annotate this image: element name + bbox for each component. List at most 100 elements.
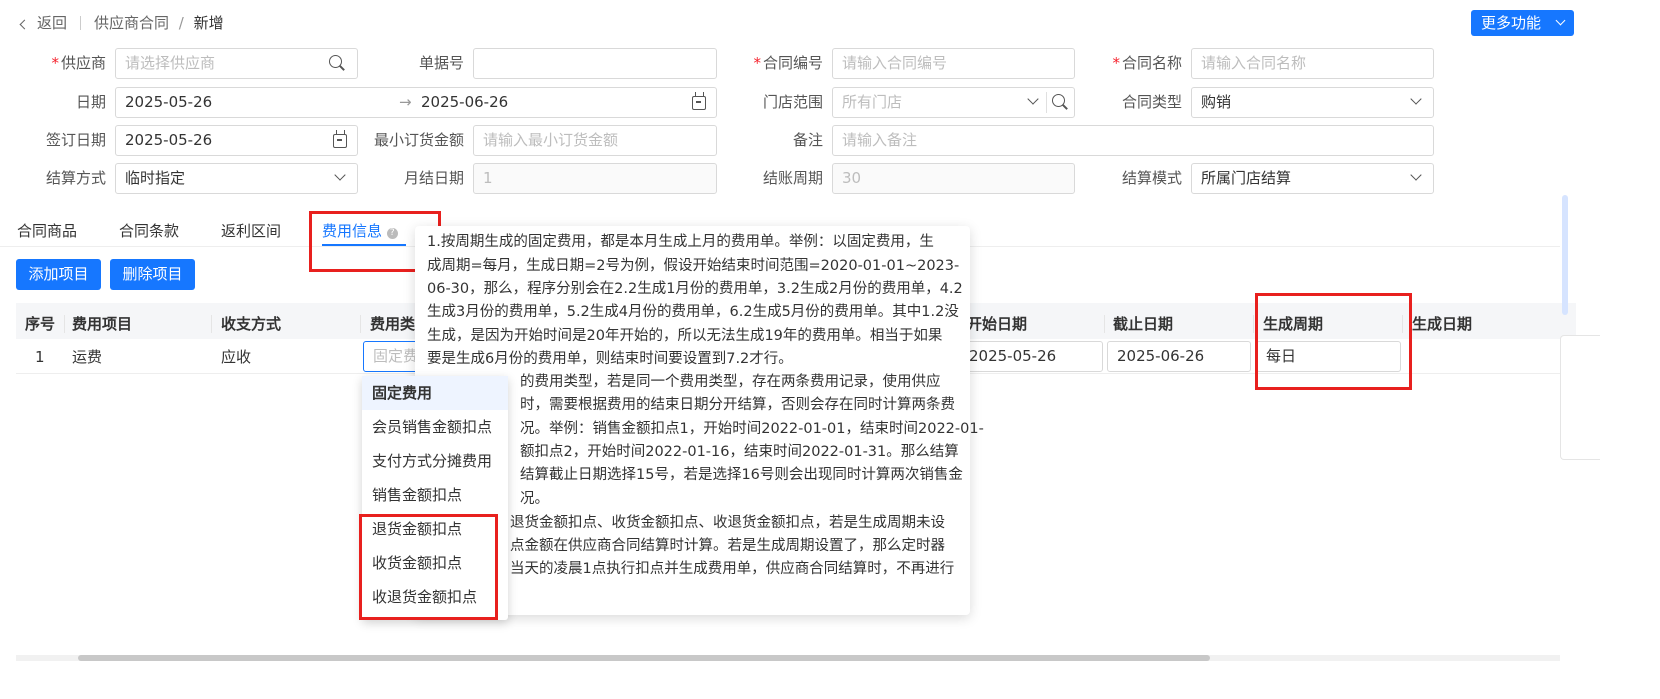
min-order-label: 最小订货金额 <box>373 131 464 149</box>
docno-label: 单据号 <box>418 54 464 72</box>
more-functions-label: 更多功能 <box>1481 14 1542 32</box>
contract-no-label: 合同编号 <box>740 48 823 78</box>
contract-type-label: 合同类型 <box>1121 93 1182 111</box>
settle-method-label: 结算方式 <box>45 169 106 187</box>
end-date-value: 2025-06-26 <box>1117 347 1205 365</box>
docno-input[interactable] <box>473 48 717 79</box>
tooltip-line: 结算截止日期选择15号，若是选择16号则会出现同时计算两次销售金 <box>520 467 963 483</box>
tooltip-line: 成周期=每月，生成日期=2号为例，假设开始结束时间范围=2020-01-01~2… <box>427 258 960 274</box>
tooltip-line: 况。 <box>520 491 549 507</box>
tooltip-line: 时，需要根据费用的结束日期分开结算，否则会存在同时计算两条费 <box>520 397 955 413</box>
chevron-down-icon <box>1409 169 1423 183</box>
breadcrumb-separator: / <box>178 14 184 32</box>
header-divider <box>80 16 81 30</box>
chevron-down-icon <box>1026 93 1040 107</box>
col-separator <box>211 315 212 333</box>
store-range-select[interactable]: 所有门店 <box>832 87 1075 118</box>
tab-contract-goods[interactable]: 合同商品 <box>17 219 77 243</box>
date-range-input[interactable]: 2025-05-26 → 2025-06-26 <box>115 87 717 118</box>
back-label: 返回 <box>37 14 68 32</box>
contract-name-input[interactable]: 请输入合同名称 <box>1191 48 1434 79</box>
settle-mode-value: 所属门店结算 <box>1201 169 1292 187</box>
supplier-input[interactable]: 请选择供应商 <box>115 48 358 79</box>
min-order-placeholder: 请输入最小订货金额 <box>483 131 619 149</box>
tab-contract-terms[interactable]: 合同条款 <box>119 219 179 243</box>
col-generate-date: 生成日期 <box>1412 315 1473 333</box>
end-date-input[interactable]: 2025-06-26 <box>1107 341 1251 372</box>
min-order-input[interactable]: 请输入最小订货金额 <box>473 125 717 156</box>
monthly-date-value: 1 <box>483 169 493 187</box>
col-separator <box>1104 315 1105 333</box>
start-date-value: 2025-05-26 <box>969 347 1057 365</box>
sign-date-input[interactable]: 2025-05-26 <box>115 125 358 156</box>
calendar-icon[interactable] <box>333 130 347 148</box>
supplier-label: 供应商 <box>30 48 106 78</box>
supplier-placeholder: 请选择供应商 <box>125 54 216 72</box>
delete-item-button[interactable]: 删除项目 <box>110 259 195 290</box>
settle-method-value: 临时指定 <box>125 169 186 187</box>
col-end-date: 截止日期 <box>1113 315 1174 333</box>
tab-rebate-range[interactable]: 返利区间 <box>221 219 281 243</box>
dropdown-group-header: 固定费用 <box>372 384 433 402</box>
date-start[interactable]: 2025-05-26 <box>125 93 212 111</box>
highlight-deduction-options <box>359 514 498 620</box>
contract-type-select[interactable]: 购销 <box>1191 87 1434 118</box>
tooltip-line: 的费用类型，若是同一个费用类型，存在两条费用记录，使用供应 <box>520 374 941 390</box>
remark-input[interactable]: 请输入备注 <box>832 125 1434 156</box>
col-start-date: 开始日期 <box>967 315 1028 333</box>
monthly-date-input[interactable]: 1 <box>473 163 717 194</box>
remark-label: 备注 <box>792 131 823 149</box>
breadcrumb-parent[interactable]: 供应商合同 <box>94 14 169 32</box>
col-payment-mode: 收支方式 <box>221 315 282 333</box>
side-scroll-thumb[interactable] <box>1562 195 1568 315</box>
date-end[interactable]: 2025-06-26 <box>421 88 508 117</box>
tooltip-line: 当天的凌晨1点执行扣点并生成费用单，供应商合同结算时，不再进行 <box>510 561 955 577</box>
add-item-button[interactable]: 添加项目 <box>16 259 101 290</box>
contract-name-placeholder: 请输入合同名称 <box>1201 54 1307 72</box>
more-functions-button[interactable]: 更多功能 <box>1471 10 1574 36</box>
tooltip-line: 况。举例：销售金额扣点1，开始时间2022-01-01，结束时间2022-01- <box>520 421 984 437</box>
row-payment-mode: 应收 <box>221 348 252 366</box>
col-index: 序号 <box>25 315 56 333</box>
billing-cycle-value: 30 <box>842 169 862 187</box>
tooltip-line: 06-30，那么，程序分别会在2.2生成1月份的费用单，3.2生成2月份的费用单… <box>427 281 963 297</box>
store-range-placeholder: 所有门店 <box>842 93 903 111</box>
tooltip-line: 额扣点2，开始时间2022-01-16，结束时间2022-01-31。那么结算 <box>520 444 959 460</box>
breadcrumb-current: 新增 <box>193 14 224 32</box>
row-index: 1 <box>35 348 45 366</box>
dropdown-option[interactable]: 销售金额扣点 <box>372 478 462 512</box>
search-icon[interactable] <box>1052 94 1068 110</box>
col-fee-item: 费用项目 <box>72 315 133 333</box>
dropdown-option[interactable]: 会员销售金额扣点 <box>372 410 492 444</box>
tooltip-line: 生成3月份的费用单，5.2生成4月份的费用单，6.2生成5月份的费用单。其中1.… <box>427 304 959 320</box>
back-link[interactable]: 返回 <box>18 12 67 34</box>
contract-no-placeholder: 请输入合同编号 <box>842 54 948 72</box>
tooltip-line: 生成，是因为开始时间是20年开始的，所以无法生成19年的费用单。相当于如果 <box>427 328 943 344</box>
highlight-generate-cycle <box>1255 293 1412 390</box>
side-panel-edge <box>1560 335 1600 460</box>
contract-no-input[interactable]: 请输入合同编号 <box>832 48 1075 79</box>
billing-cycle-label: 结账周期 <box>762 169 823 187</box>
date-label: 日期 <box>75 93 106 111</box>
store-divider <box>1046 92 1047 113</box>
horizontal-scrollbar[interactable] <box>16 655 1560 661</box>
search-icon[interactable] <box>329 55 345 71</box>
breadcrumb: 供应商合同 / 新增 <box>94 12 224 34</box>
calendar-icon[interactable] <box>692 92 706 110</box>
start-date-input[interactable]: 2025-05-26 <box>959 341 1103 372</box>
col-separator <box>64 315 65 333</box>
settle-mode-select[interactable]: 所属门店结算 <box>1191 163 1434 194</box>
store-range-label: 门店范围 <box>762 93 823 111</box>
col-fee-type: 费用类 <box>370 315 416 333</box>
dropdown-option[interactable]: 支付方式分摊费用 <box>372 444 492 478</box>
col-separator <box>1253 315 1254 333</box>
monthly-date-label: 月结日期 <box>403 169 464 187</box>
horizontal-scroll-thumb[interactable] <box>78 655 1210 661</box>
chevron-left-icon <box>19 19 30 30</box>
remark-placeholder: 请输入备注 <box>842 131 918 149</box>
fee-type-placeholder: 固定费 <box>373 347 419 365</box>
settle-method-select[interactable]: 临时指定 <box>115 163 358 194</box>
billing-cycle-input[interactable]: 30 <box>832 163 1075 194</box>
contract-name-label: 合同名称 <box>1100 48 1182 78</box>
chevron-down-icon <box>333 169 347 183</box>
